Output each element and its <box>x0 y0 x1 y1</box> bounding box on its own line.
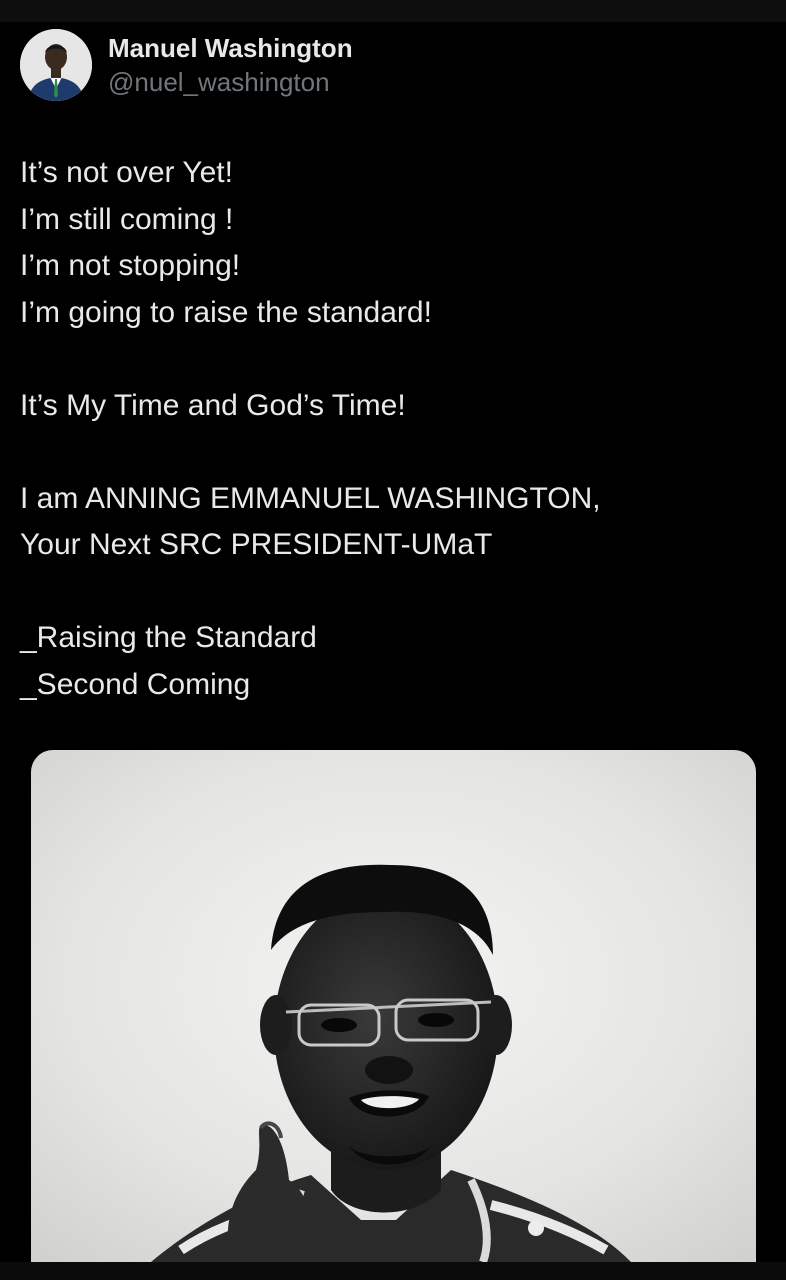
author-display-name[interactable]: Manuel Washington <box>108 31 353 65</box>
tweet-text-line: I’m not stopping! <box>20 249 241 282</box>
avatar[interactable] <box>20 29 92 101</box>
portrait-photo <box>31 750 756 1262</box>
tweet-text-line: _Raising the Standard <box>20 621 317 654</box>
top-edge-bar <box>0 0 786 22</box>
tweet-text: It’s not over Yet! I’m still coming ! I’… <box>20 150 760 708</box>
tweet-text-line: _Second Coming <box>20 667 251 701</box>
tweet-text-line: I’m going to raise the standard! <box>20 295 432 329</box>
tweet-text-line: Your Next SRC PRESIDENT-UMaT <box>20 528 493 561</box>
author-handle[interactable]: @nuel_washington <box>108 65 353 99</box>
tweet-header: Manuel Washington @nuel_washington <box>20 28 353 102</box>
tweet-text-line: It’s My Time and God’s Time! <box>20 388 406 422</box>
author-names: Manuel Washington @nuel_washington <box>108 31 353 99</box>
tweet-text-line: It’s not over Yet! <box>20 156 233 189</box>
avatar-image <box>20 29 92 101</box>
bottom-edge-bar <box>0 1262 786 1280</box>
tweet-text-line: I’m still coming ! <box>20 202 234 236</box>
tweet-media-image[interactable] <box>31 750 756 1262</box>
tweet-text-line: I am ANNING EMMANUEL WASHINGTON, <box>20 481 601 515</box>
